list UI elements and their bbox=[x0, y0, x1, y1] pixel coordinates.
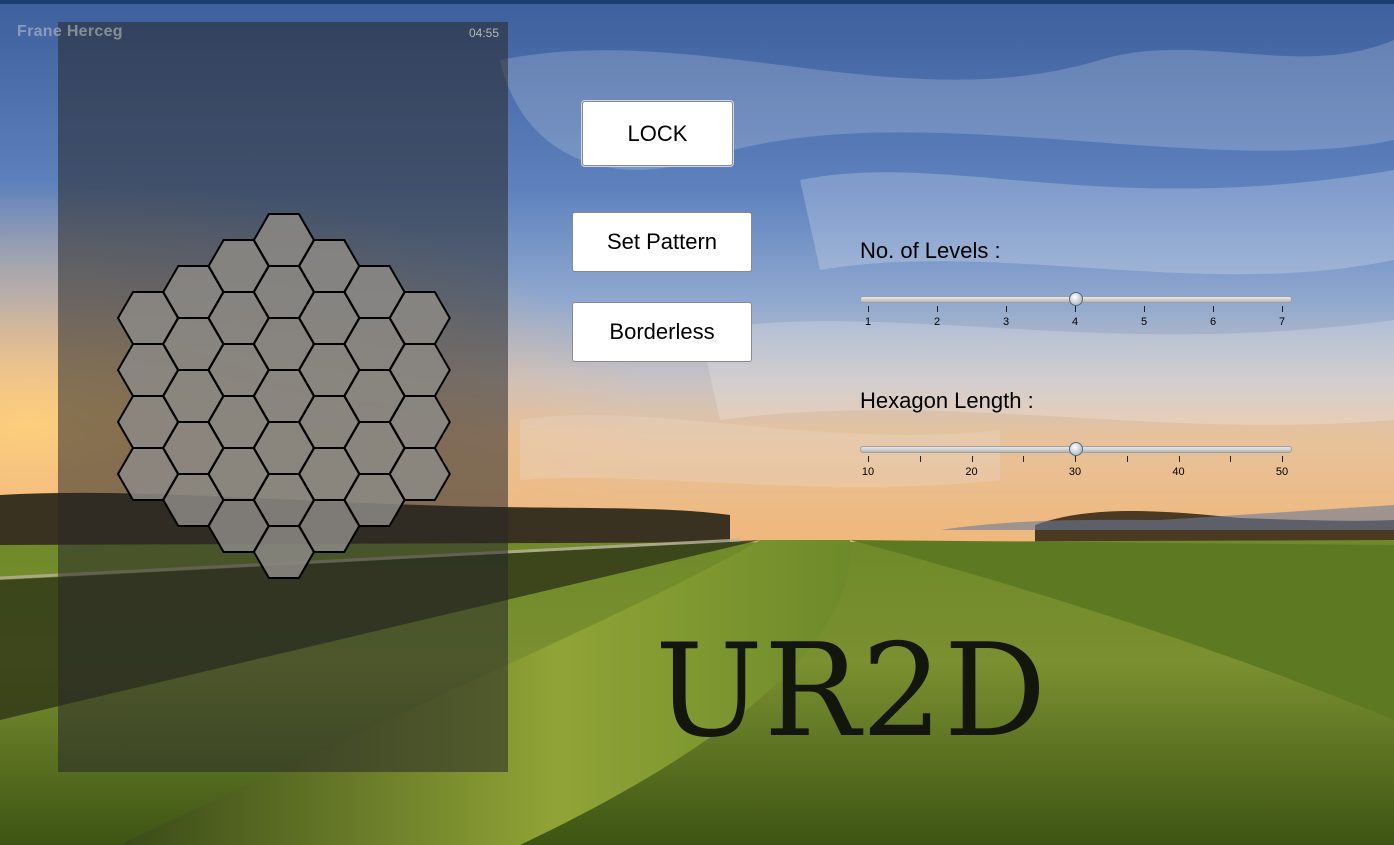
levels-slider-tick bbox=[1144, 306, 1145, 312]
levels-slider-tick bbox=[1075, 306, 1076, 312]
levels-slider-tick-label: 1 bbox=[864, 316, 872, 328]
levels-slider-tick-label: 3 bbox=[1002, 316, 1010, 328]
hexagon-length-slider-tick-label: 50 bbox=[1275, 466, 1289, 478]
levels-label: No. of Levels : bbox=[860, 238, 1001, 263]
hexagon-length-slider-tick bbox=[971, 456, 973, 462]
hexagon-length-slider-tick-label: 10 bbox=[861, 466, 875, 478]
hexagon-length-slider-tick bbox=[1075, 456, 1076, 462]
clock: 04:55 bbox=[469, 26, 500, 40]
levels-slider-tick bbox=[1282, 306, 1283, 312]
hexagon-length-slider-tick-label: 30 bbox=[1068, 466, 1082, 478]
levels-slider-tick bbox=[1006, 306, 1007, 312]
hexagon-length-label: Hexagon Length : bbox=[860, 388, 1034, 413]
levels-slider-tick-label: 2 bbox=[933, 316, 941, 328]
levels-slider-tick bbox=[868, 306, 869, 312]
hexagon-length-slider-tick bbox=[1178, 456, 1180, 462]
lock-button[interactable]: LOCK bbox=[582, 101, 733, 166]
hexagon-length-slider-tick bbox=[1126, 456, 1128, 462]
hexagon-length-slider-tick-label: 40 bbox=[1172, 466, 1185, 478]
levels-slider-thumb[interactable] bbox=[1069, 292, 1083, 306]
levels-slider-tick bbox=[937, 306, 938, 312]
hexagon-length-slider-tick bbox=[1230, 456, 1232, 462]
hexagon-length-slider-thumb[interactable] bbox=[1069, 442, 1083, 456]
borderless-button[interactable]: Borderless bbox=[572, 302, 752, 362]
levels-slider-tick-label: 6 bbox=[1209, 316, 1217, 328]
hexagon-length-slider-tick-label: 20 bbox=[965, 466, 978, 478]
hexagon-length-slider-tick bbox=[1282, 456, 1283, 462]
top-bar bbox=[0, 0, 1394, 4]
author-label: Frane Herceg bbox=[17, 23, 123, 40]
levels-slider-tick-label: 5 bbox=[1140, 316, 1148, 328]
hexagon-length-slider-tick bbox=[868, 456, 869, 462]
levels-slider-tick bbox=[1213, 306, 1214, 312]
hexagon-length-slider-tick bbox=[1023, 456, 1025, 462]
set-pattern-button[interactable]: Set Pattern bbox=[572, 212, 752, 272]
hexagon-length-slider-tick bbox=[919, 456, 921, 462]
app-logo: UR2D bbox=[655, 617, 1048, 766]
levels-slider-tick-label: 4 bbox=[1071, 316, 1079, 328]
levels-slider-tick-label: 7 bbox=[1278, 316, 1286, 328]
